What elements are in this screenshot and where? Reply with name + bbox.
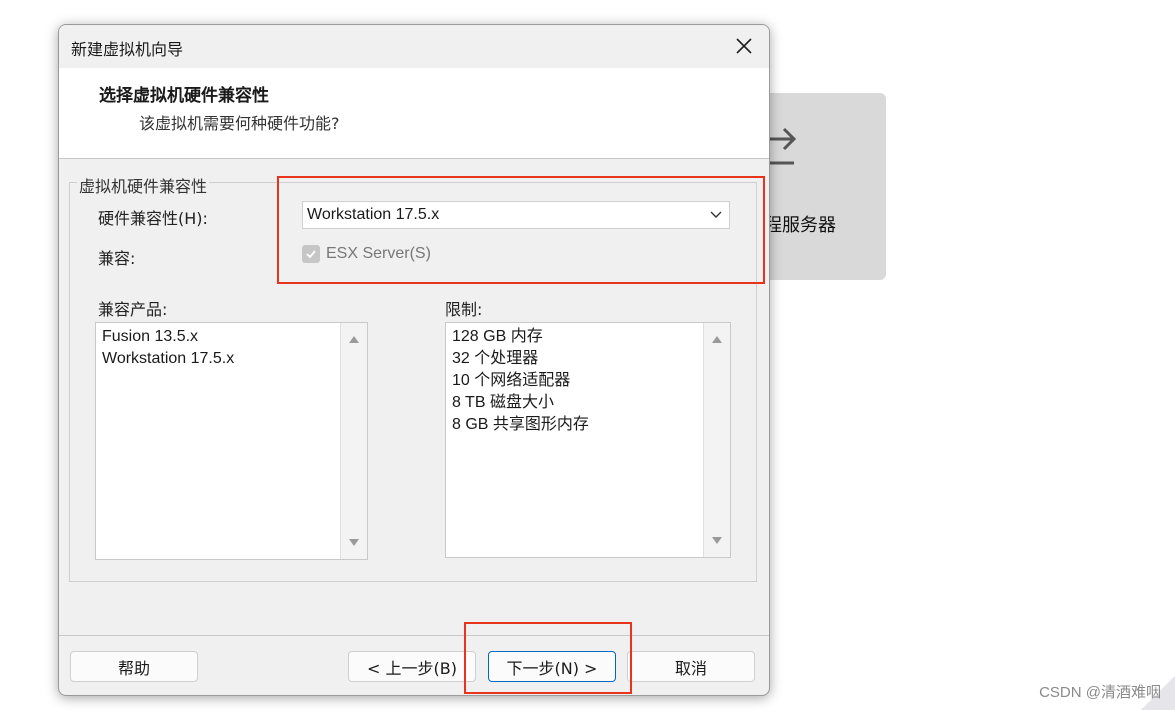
list-item: 10 个网络适配器 <box>452 372 571 389</box>
limits-scrollbar[interactable] <box>703 323 730 557</box>
list-item: Workstation 17.5.x <box>102 350 235 367</box>
list-item: 32 个处理器 <box>452 350 539 367</box>
watermark: CSDN @清酒难咽 <box>1039 684 1161 701</box>
compatible-products-list[interactable]: Fusion 13.5.x Workstation 17.5.x <box>95 322 368 560</box>
footer-divider <box>59 635 769 636</box>
close-icon <box>736 38 752 54</box>
limits-label: 限制: <box>445 300 483 319</box>
close-button[interactable] <box>729 31 759 61</box>
limits-list[interactable]: 128 GB 内存 32 个处理器 10 个网络适配器 8 TB 磁盘大小 8 … <box>445 322 731 558</box>
cancel-button[interactable]: 取消 <box>627 651 755 682</box>
new-vm-wizard-dialog: 新建虚拟机向导 选择虚拟机硬件兼容性 该虚拟机需要何种硬件功能? 虚拟机硬件兼容… <box>58 24 770 696</box>
hardware-compat-label: 硬件兼容性(H): <box>98 209 208 228</box>
scroll-down-icon[interactable] <box>349 539 359 547</box>
list-item: 128 GB 内存 <box>452 328 543 345</box>
list-item: 8 GB 共享图形内存 <box>452 416 589 433</box>
wizard-header: 选择虚拟机硬件兼容性 该虚拟机需要何种硬件功能? <box>59 68 769 159</box>
scroll-down-icon[interactable] <box>712 537 722 545</box>
back-button[interactable]: < 上一步(B) <box>348 651 476 682</box>
list-item: Fusion 13.5.x <box>102 328 199 345</box>
title-bar: 新建虚拟机向导 <box>59 25 769 68</box>
scroll-up-icon[interactable] <box>349 335 359 343</box>
help-button[interactable]: 帮助 <box>70 651 198 682</box>
products-scrollbar[interactable] <box>340 323 367 559</box>
highlight-box-next <box>464 622 632 694</box>
highlight-box-compatibility <box>277 176 765 284</box>
header-subtitle: 该虚拟机需要何种硬件功能? <box>139 114 340 133</box>
compatible-products-label: 兼容产品: <box>98 300 168 319</box>
list-item: 8 TB 磁盘大小 <box>452 394 554 411</box>
scroll-up-icon[interactable] <box>712 335 722 343</box>
background-card-label: 程服务器 <box>764 215 836 236</box>
dialog-title: 新建虚拟机向导 <box>71 40 184 59</box>
compatible-label: 兼容: <box>98 249 136 268</box>
group-label: 虚拟机硬件兼容性 <box>77 173 210 197</box>
header-title: 选择虚拟机硬件兼容性 <box>99 86 269 106</box>
